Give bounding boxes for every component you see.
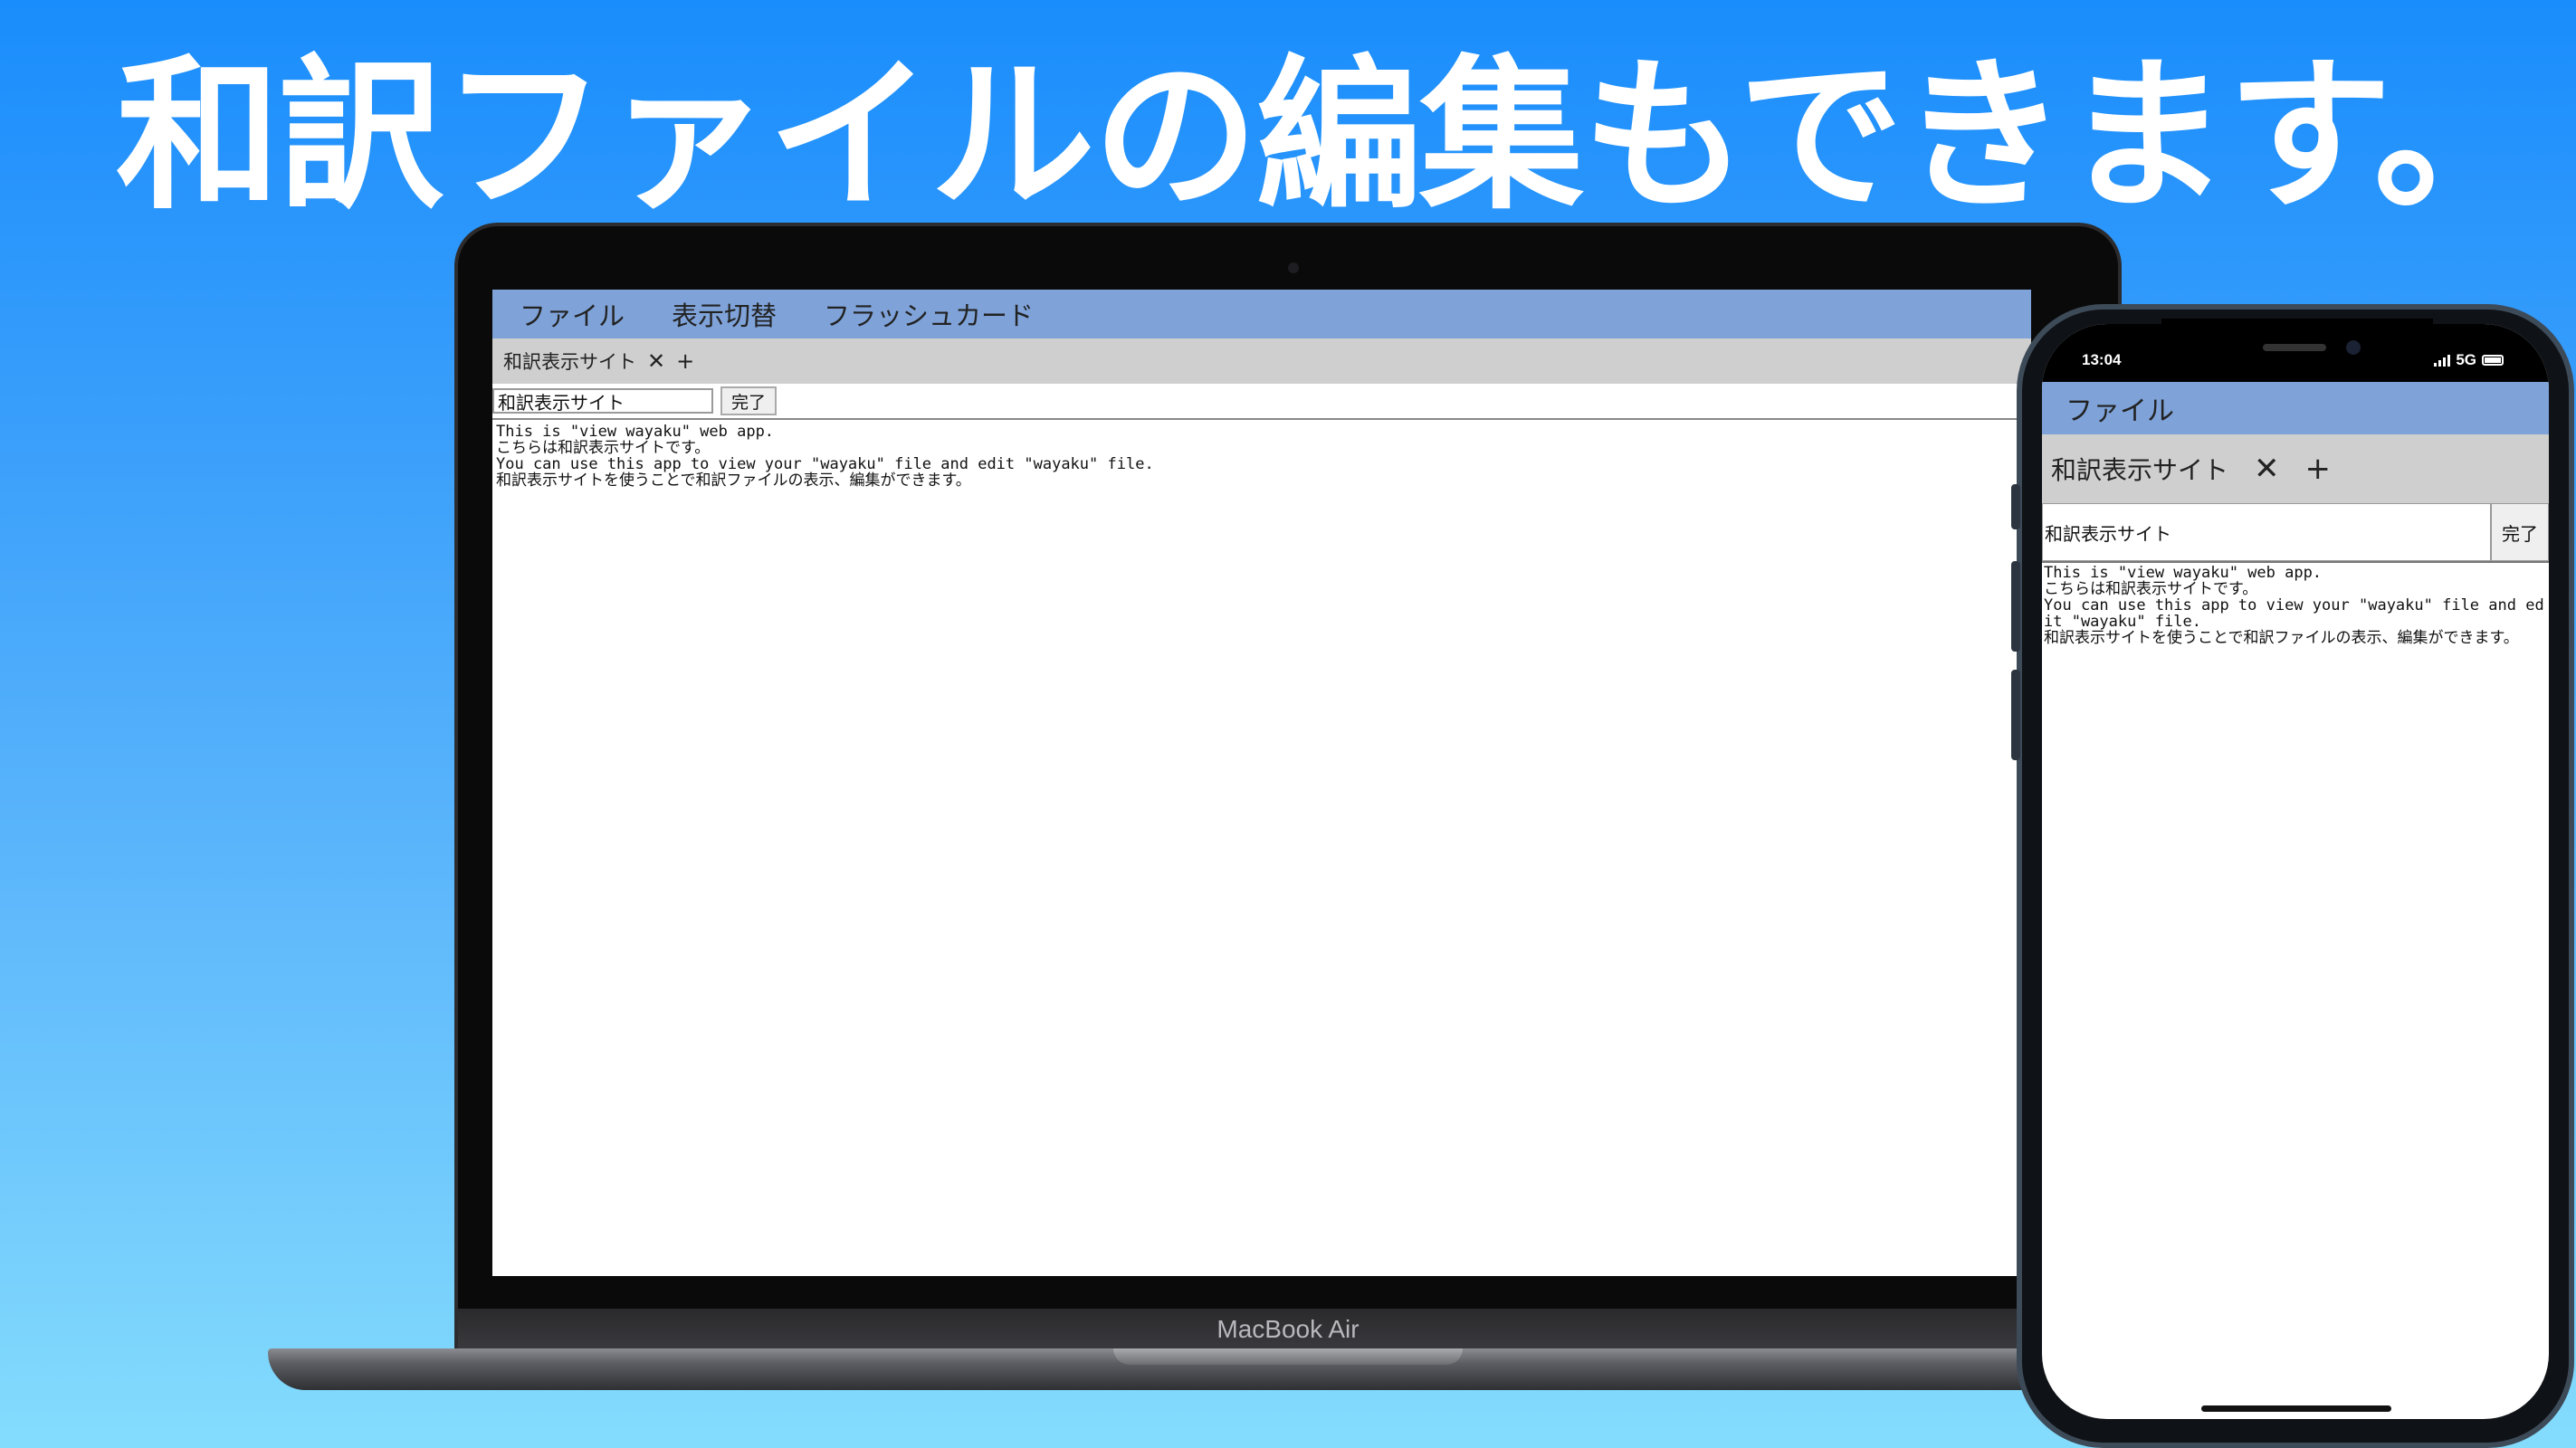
content-line: You can use this app to view your "wayak… bbox=[496, 455, 1154, 473]
status-time: 13:04 bbox=[2082, 351, 2122, 368]
tab-close-icon[interactable]: ✕ bbox=[2254, 451, 2280, 487]
tab-wayaku-site[interactable]: 和訳表示サイト bbox=[2051, 451, 2228, 487]
content-editor[interactable]: This is "view wayaku" web app. こちらは和訳表示サ… bbox=[492, 420, 2031, 492]
laptop-brand-label: MacBook Air bbox=[1216, 1315, 1360, 1343]
title-input[interactable] bbox=[492, 388, 713, 414]
tab-wayaku-site[interactable]: 和訳表示サイト bbox=[503, 348, 636, 375]
battery-icon bbox=[2482, 355, 2504, 366]
tab-bar: 和訳表示サイト ✕ + bbox=[492, 338, 2031, 384]
menu-file[interactable]: ファイル bbox=[520, 295, 625, 333]
status-indicators: 5G bbox=[2434, 351, 2504, 369]
phone-volume-up-button bbox=[2011, 561, 2020, 652]
phone-notch bbox=[2161, 319, 2433, 373]
content-editor[interactable]: This is "view wayaku" web app. こちらは和訳表示サ… bbox=[2042, 563, 2549, 648]
content-line: This is "view wayaku" web app. bbox=[496, 423, 775, 441]
tab-add-icon[interactable]: + bbox=[2305, 451, 2332, 487]
network-label: 5G bbox=[2456, 351, 2476, 368]
done-button[interactable]: 完了 bbox=[720, 386, 778, 415]
laptop-opening-notch bbox=[1113, 1348, 1463, 1365]
content-line: You can use this app to view your "wayak… bbox=[2044, 596, 2544, 631]
headline: 和訳ファイルの編集もできます。 bbox=[116, 40, 2539, 232]
phone-volume-down-button bbox=[2011, 670, 2020, 760]
menu-bar: ファイル bbox=[2042, 382, 2549, 434]
home-indicator[interactable] bbox=[2201, 1405, 2391, 1412]
content-line: 和訳表示サイトを使うことで和訳ファイルの表示、編集ができます。 bbox=[496, 472, 971, 490]
done-button[interactable]: 完了 bbox=[2491, 503, 2549, 561]
menu-bar: ファイル 表示切替 フラッシュカード bbox=[492, 290, 2031, 338]
menu-view-toggle[interactable]: 表示切替 bbox=[672, 295, 777, 333]
menu-file[interactable]: ファイル bbox=[2066, 388, 2174, 428]
laptop-chin: MacBook Air bbox=[458, 1309, 2118, 1350]
content-line: This is "view wayaku" web app. bbox=[2044, 564, 2323, 582]
tab-add-icon[interactable]: + bbox=[676, 348, 694, 374]
tab-bar: 和訳表示サイト ✕ + bbox=[2042, 434, 2549, 503]
menu-flashcard[interactable]: フラッシュカード bbox=[824, 295, 1034, 333]
title-edit-bar: 完了 bbox=[492, 384, 2031, 420]
laptop-screen: ファイル 表示切替 フラッシュカード 和訳表示サイト ✕ + 完了 This i… bbox=[492, 290, 2031, 1276]
content-line: こちらは和訳表示サイトです。 bbox=[2044, 580, 2258, 598]
laptop-camera bbox=[1288, 262, 1299, 273]
title-edit-bar: 完了 bbox=[2042, 503, 2549, 563]
content-line: こちらは和訳表示サイトです。 bbox=[496, 439, 711, 457]
title-input[interactable] bbox=[2042, 503, 2491, 561]
signal-icon bbox=[2434, 354, 2451, 367]
front-camera bbox=[2346, 340, 2361, 355]
speaker-grille bbox=[2263, 344, 2326, 351]
phone-side-button bbox=[2011, 484, 2020, 529]
tab-close-icon[interactable]: ✕ bbox=[647, 348, 665, 374]
phone-screen: 13:04 5G ファイル 和訳表示サイト ✕ + 完了 This is "vi… bbox=[2042, 324, 2549, 1419]
content-line: 和訳表示サイトを使うことで和訳ファイルの表示、編集ができます。 bbox=[2044, 629, 2519, 647]
